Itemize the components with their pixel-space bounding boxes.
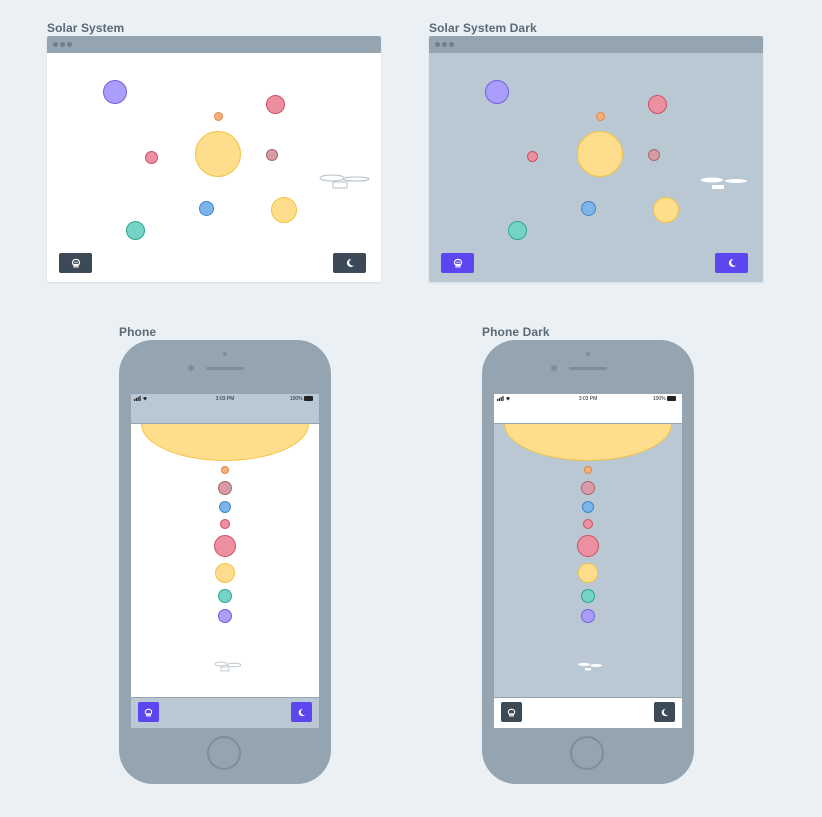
window-dot: [442, 42, 447, 47]
planet-yellow[interactable]: [271, 197, 297, 223]
planet-teal[interactable]: [508, 221, 527, 240]
solar-system-viewport: [47, 53, 381, 282]
astronaut-button[interactable]: [441, 253, 474, 273]
battery-percent: 100%: [289, 396, 303, 402]
astronaut-icon: [507, 708, 516, 717]
astronaut-icon: [453, 258, 462, 268]
dark-mode-button[interactable]: [333, 253, 366, 273]
planet-red-large[interactable]: [266, 95, 285, 114]
tabbar-divider: [131, 697, 319, 698]
phone-speaker: [569, 367, 607, 370]
status-battery: 100%: [290, 396, 314, 402]
ufo-icon: [319, 174, 370, 189]
status-bar: 3:03 PM 100%: [494, 394, 682, 404]
sun[interactable]: [504, 424, 672, 461]
planet-orange-small[interactable]: [214, 112, 223, 121]
planet-blue[interactable]: [581, 201, 596, 216]
planet-red-small[interactable]: [145, 151, 158, 164]
window-dot: [67, 42, 72, 47]
phone-speaker: [206, 367, 244, 370]
planet-teal[interactable]: [581, 589, 595, 603]
moon-icon: [346, 258, 354, 267]
astronaut-button[interactable]: [59, 253, 92, 273]
battery-percent: 100%: [652, 396, 666, 402]
planet-orange-small[interactable]: [596, 112, 605, 121]
window-dot: [449, 42, 454, 47]
solar-system-dark-viewport: [429, 53, 763, 282]
solar-system-dark-window: [429, 36, 763, 282]
ufo-icon: [701, 177, 747, 189]
moon-icon: [728, 258, 736, 267]
window-titlebar: [47, 36, 381, 53]
planet-mauve[interactable]: [266, 149, 278, 161]
solar-system-window: [47, 36, 381, 282]
dark-mode-button[interactable]: [291, 702, 312, 722]
planet-purple[interactable]: [218, 609, 232, 623]
phone-sensor: [586, 352, 590, 356]
planet-blue[interactable]: [199, 201, 214, 216]
tabbar-divider: [494, 697, 682, 698]
frame-title-phone-dark: Phone Dark: [482, 325, 550, 339]
phone-content: [494, 424, 682, 697]
window-dot: [60, 42, 65, 47]
planet-red-large[interactable]: [577, 535, 599, 557]
dark-mode-button[interactable]: [654, 702, 675, 722]
moon-icon: [298, 708, 306, 716]
astronaut-icon: [71, 258, 80, 268]
planet-red-small[interactable]: [220, 519, 230, 529]
status-battery: 100%: [653, 396, 677, 402]
window-dot: [53, 42, 58, 47]
dark-mode-button[interactable]: [715, 253, 748, 273]
frame-title-solar-system-dark: Solar System Dark: [429, 21, 537, 35]
home-button[interactable]: [207, 736, 241, 770]
phone-camera: [551, 365, 557, 371]
ufo-icon: [214, 661, 242, 672]
frame-title-solar-system: Solar System: [47, 21, 125, 35]
planet-mauve[interactable]: [581, 481, 595, 495]
phone-screen: 3:03 PM 100%: [131, 394, 319, 728]
planet-red-small[interactable]: [527, 151, 538, 162]
phone-tabbar: [494, 697, 682, 728]
phone-dark-device: 3:03 PM 100%: [482, 340, 694, 784]
planet-blue[interactable]: [582, 501, 594, 513]
planet-yellow[interactable]: [653, 197, 679, 223]
phone-device: 3:03 PM 100%: [119, 340, 331, 784]
status-bar: 3:03 PM 100%: [131, 394, 319, 404]
planet-purple[interactable]: [581, 609, 595, 623]
planet-red-large[interactable]: [648, 95, 667, 114]
phone-content: [131, 424, 319, 697]
astronaut-button[interactable]: [138, 702, 159, 722]
astronaut-icon: [144, 708, 153, 717]
planet-mauve[interactable]: [218, 481, 232, 495]
moon-icon: [661, 708, 669, 716]
planet-red-large[interactable]: [214, 535, 236, 557]
phone-tabbar: [131, 697, 319, 728]
planet-yellow[interactable]: [215, 563, 235, 583]
planet-orange-small[interactable]: [584, 466, 592, 474]
planet-yellow[interactable]: [578, 563, 598, 583]
window-titlebar: [429, 36, 763, 53]
phone-sensor: [223, 352, 227, 356]
ufo-icon: [578, 662, 602, 671]
phone-screen: 3:03 PM 100%: [494, 394, 682, 728]
window-dot: [435, 42, 440, 47]
sun[interactable]: [195, 131, 241, 177]
planet-teal[interactable]: [126, 221, 145, 240]
frame-title-phone: Phone: [119, 325, 157, 339]
astronaut-button[interactable]: [501, 702, 522, 722]
battery-icon: [667, 396, 676, 402]
planet-orange-small[interactable]: [221, 466, 229, 474]
battery-icon: [304, 396, 313, 402]
sun[interactable]: [577, 131, 623, 177]
phone-camera: [188, 365, 194, 371]
planet-blue[interactable]: [219, 501, 231, 513]
sun[interactable]: [141, 424, 309, 461]
planet-red-small[interactable]: [583, 519, 593, 529]
home-button[interactable]: [570, 736, 604, 770]
planet-mauve[interactable]: [648, 149, 660, 161]
planet-purple[interactable]: [103, 80, 127, 104]
planet-teal[interactable]: [218, 589, 232, 603]
planet-purple[interactable]: [485, 80, 509, 104]
